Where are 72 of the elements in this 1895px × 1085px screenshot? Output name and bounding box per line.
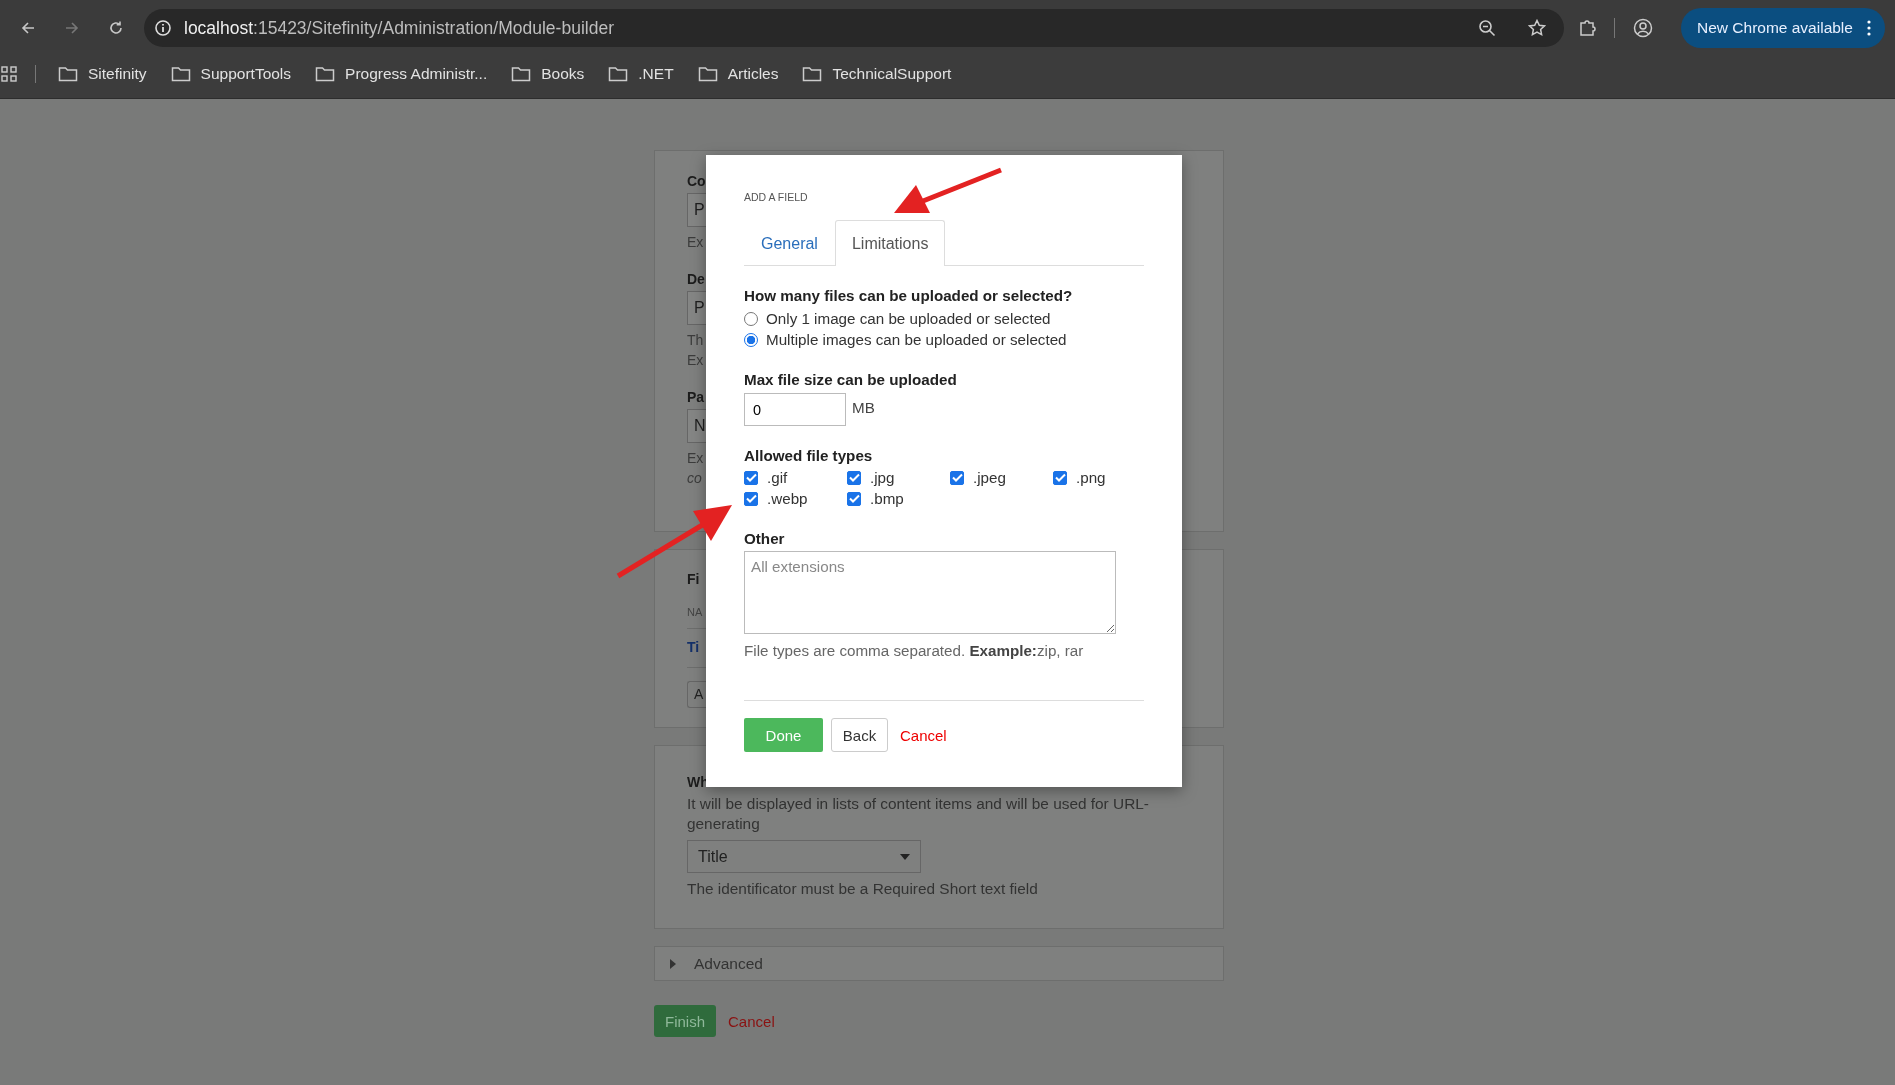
update-button[interactable]: New Chrome available xyxy=(1681,8,1885,48)
file-type-label: .jpeg xyxy=(973,469,1006,486)
bookmark-folder[interactable]: TechnicalSupport xyxy=(796,61,958,87)
extensions-icon[interactable] xyxy=(1578,19,1596,37)
file-type-label: .gif xyxy=(767,469,788,486)
folder-icon xyxy=(58,66,78,82)
hint-text: Th xyxy=(687,331,704,350)
checkbox[interactable] xyxy=(1053,470,1067,485)
bookmark-folder[interactable]: Progress Administr... xyxy=(309,61,494,87)
field-label: Co xyxy=(687,173,706,189)
extensions-textarea[interactable]: All extensions xyxy=(744,551,1116,634)
option-label: Multiple images can be uploaded or selected xyxy=(766,331,1067,348)
hint-text: Ex xyxy=(687,233,704,252)
forward-icon[interactable] xyxy=(64,20,80,36)
tab[interactable]: General xyxy=(744,220,835,266)
zoom-out-icon[interactable] xyxy=(1478,19,1496,37)
option-label: Only 1 image can be uploaded or selected xyxy=(766,310,1051,327)
cancel-link[interactable]: Cancel xyxy=(896,726,951,744)
url-text: localhost:15423/Sitefinity/Administration/Module-builder xyxy=(184,17,614,39)
bookmark-folder[interactable]: .NET xyxy=(602,61,680,87)
field-label: Other xyxy=(744,530,786,548)
info-icon[interactable] xyxy=(154,19,172,37)
address-bar[interactable]: localhost:15423/Sitefinity/Administration/Module-builder xyxy=(144,9,1564,47)
back-button[interactable]: Back xyxy=(831,718,888,752)
folder-icon xyxy=(511,66,532,82)
folder-icon xyxy=(608,66,629,82)
field-label: De xyxy=(687,271,705,287)
help-text: File types are comma separated. Example:zip, rar xyxy=(744,642,1085,660)
hint-text: Ex xyxy=(687,449,704,468)
radio-button[interactable] xyxy=(744,332,758,347)
hint-text: Ex xyxy=(687,351,704,370)
reload-icon[interactable] xyxy=(108,20,124,36)
bookmark-folder[interactable]: SupportTools xyxy=(164,61,298,87)
description-text: The identificator must be a Required Short text field xyxy=(687,879,1039,899)
dialog-title: ADD A FIELD xyxy=(744,191,809,203)
text-input[interactable]: P xyxy=(687,291,707,325)
caret-down-icon xyxy=(900,853,910,860)
file-type-label: .jpg xyxy=(870,469,895,486)
star-icon[interactable] xyxy=(1528,19,1546,37)
folder-icon xyxy=(170,66,191,82)
bookmark-folder[interactable]: Books xyxy=(505,61,591,87)
profile-icon[interactable] xyxy=(1633,18,1653,38)
tab[interactable]: Limitations xyxy=(834,220,946,266)
field-label: Pa xyxy=(687,389,705,405)
question-label: How many files can be uploaded or selected? xyxy=(744,287,1074,305)
field-label: Fi xyxy=(687,571,700,587)
description-text: It will be displayed in lists of content items and will be used for URL-generating xyxy=(687,794,1150,834)
file-type-label: .bmp xyxy=(870,490,904,507)
back-icon[interactable] xyxy=(20,20,36,36)
apps-grid-icon[interactable] xyxy=(1,66,17,82)
text-input[interactable]: N xyxy=(687,409,707,443)
folder-icon xyxy=(697,66,718,82)
bookmark-folder[interactable]: Articles xyxy=(691,61,785,87)
advanced-label: Advanced xyxy=(694,954,763,973)
checkbox[interactable] xyxy=(950,470,964,485)
unit-label: MB xyxy=(852,399,875,416)
text-input[interactable]: P xyxy=(687,193,707,227)
checkbox[interactable] xyxy=(847,470,861,485)
size-input[interactable]: 0 xyxy=(744,393,846,426)
folder-icon xyxy=(315,66,336,82)
checkbox[interactable] xyxy=(847,491,861,506)
hint-text: co xyxy=(687,469,702,488)
bookmark-folder[interactable]: Sitefinity xyxy=(52,61,153,87)
field-label: Allowed file types xyxy=(744,447,874,465)
folder-icon xyxy=(802,66,823,82)
file-type-label: .png xyxy=(1076,469,1106,486)
checkbox[interactable] xyxy=(744,470,758,485)
more-icon[interactable] xyxy=(1866,20,1871,36)
file-type-label: .webp xyxy=(767,490,808,507)
checkbox[interactable] xyxy=(744,491,758,506)
identifier-select[interactable]: Title xyxy=(687,840,921,873)
field-label: Max file size can be uploaded xyxy=(744,371,958,389)
